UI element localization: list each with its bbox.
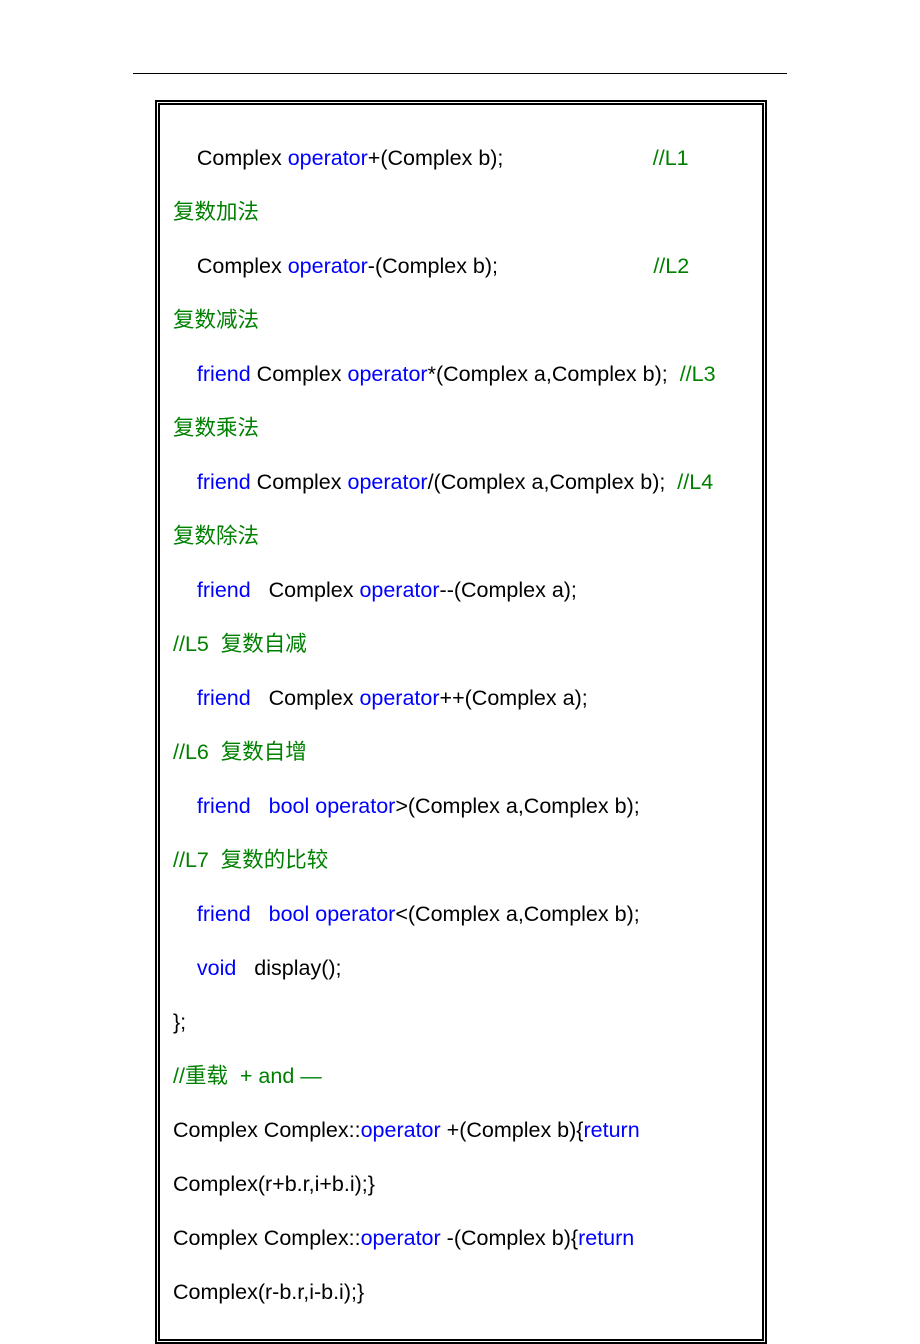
code-token: 复数除法: [173, 524, 259, 548]
code-token: //L7 复数的比较: [173, 848, 328, 872]
code-line: friend bool operator>(Complex a,Complex …: [173, 779, 749, 833]
code-token: -(Complex b);: [368, 254, 654, 278]
code-token: //L1: [653, 146, 695, 170]
page-top-rule: [133, 73, 787, 74]
code-token: friend: [197, 362, 257, 386]
code-token: operator: [315, 794, 395, 818]
code-token: *(Complex a,Complex b);: [428, 362, 680, 386]
code-token: friend: [197, 794, 251, 818]
code-line: //重载 + and —: [173, 1049, 749, 1103]
code-token: Complex: [257, 470, 348, 494]
code-token: [251, 902, 269, 926]
code-token: [173, 794, 197, 818]
code-token: /(Complex a,Complex b);: [428, 470, 678, 494]
code-line: //L6 复数自增: [173, 725, 749, 779]
code-line: friend Complex operator/(Complex a,Compl…: [173, 455, 749, 509]
code-line: 复数减法: [173, 293, 749, 347]
code-token: void: [197, 956, 236, 980]
code-token: +(Complex b){: [447, 1118, 584, 1142]
code-line: Complex(r+b.r,i+b.i);}: [173, 1157, 749, 1211]
code-token: operator: [315, 902, 395, 926]
code-token: [173, 470, 197, 494]
code-line: friend Complex operator*(Complex a,Compl…: [173, 347, 749, 401]
code-token: -(Complex b){: [447, 1226, 578, 1250]
code-token: //L4: [677, 470, 719, 494]
code-token: operator: [359, 578, 439, 602]
code-token: Complex(r+b.r,i+b.i);}: [173, 1172, 375, 1196]
code-token: [173, 902, 197, 926]
code-token: Complex: [173, 146, 288, 170]
code-token: [173, 956, 197, 980]
code-token: --(Complex a);: [440, 578, 667, 602]
code-token: operator: [288, 146, 368, 170]
code-line: 复数乘法: [173, 401, 749, 455]
code-line: Complex(r-b.r,i-b.i);}: [173, 1265, 749, 1319]
code-token: Complex Complex::: [173, 1226, 361, 1250]
code-token: Complex: [257, 362, 348, 386]
code-token: friend: [197, 902, 251, 926]
code-token: 复数乘法: [173, 416, 259, 440]
code-token: return: [583, 1118, 645, 1142]
code-token: Complex Complex::: [173, 1118, 361, 1142]
code-line: };: [173, 995, 749, 1049]
code-line: void display();: [173, 941, 749, 995]
code-line: Complex operator+(Complex b); //L1: [173, 131, 749, 185]
code-token: operator: [361, 1118, 447, 1142]
code-token: //L6 复数自增: [173, 740, 307, 764]
code-token: [251, 794, 269, 818]
code-token: operator: [361, 1226, 447, 1250]
code-token: Complex(r-b.r,i-b.i);}: [173, 1280, 364, 1304]
code-token: 复数加法: [173, 200, 259, 224]
code-token: Complex: [251, 686, 360, 710]
code-token: operator: [347, 362, 427, 386]
code-token: //L5 复数自减: [173, 632, 307, 656]
code-token: bool: [269, 902, 316, 926]
code-token: //L3: [680, 362, 722, 386]
code-token: Complex: [173, 254, 288, 278]
code-line: Complex Complex::operator -(Complex b){r…: [173, 1211, 749, 1265]
code-token: return: [578, 1226, 640, 1250]
code-line: Complex operator-(Complex b); //L2: [173, 239, 749, 293]
code-token: >(Complex a,Complex b);: [395, 794, 669, 818]
code-line: 复数加法: [173, 185, 749, 239]
code-line: Complex Complex::operator +(Complex b){r…: [173, 1103, 749, 1157]
code-token: friend: [197, 686, 251, 710]
code-token: [173, 578, 197, 602]
code-token: friend: [197, 578, 251, 602]
code-token: [173, 362, 197, 386]
code-token: 复数减法: [173, 308, 259, 332]
code-token: //重载 + and —: [173, 1064, 322, 1088]
code-line: friend bool operator<(Complex a,Complex …: [173, 887, 749, 941]
code-listing-box: Complex operator+(Complex b); //L1 复数加法 …: [155, 100, 767, 1344]
code-token: +(Complex b);: [368, 146, 653, 170]
code-token: operator: [347, 470, 427, 494]
code-token: ++(Complex a);: [440, 686, 672, 710]
code-line: //L5 复数自减: [173, 617, 749, 671]
code-token: //L2: [653, 254, 695, 278]
code-line: 复数除法: [173, 509, 749, 563]
code-token: operator: [288, 254, 368, 278]
code-lines-container: Complex operator+(Complex b); //L1 复数加法 …: [173, 131, 749, 1319]
code-token: friend: [197, 470, 257, 494]
code-token: bool: [269, 794, 316, 818]
code-token: <(Complex a,Complex b);: [395, 902, 639, 926]
code-token: display();: [236, 956, 341, 980]
code-token: operator: [359, 686, 439, 710]
code-line: //L7 复数的比较: [173, 833, 749, 887]
code-token: [173, 686, 197, 710]
code-token: Complex: [251, 578, 360, 602]
code-line: friend Complex operator--(Complex a);: [173, 563, 749, 617]
code-line: friend Complex operator++(Complex a);: [173, 671, 749, 725]
code-token: };: [173, 1010, 186, 1034]
